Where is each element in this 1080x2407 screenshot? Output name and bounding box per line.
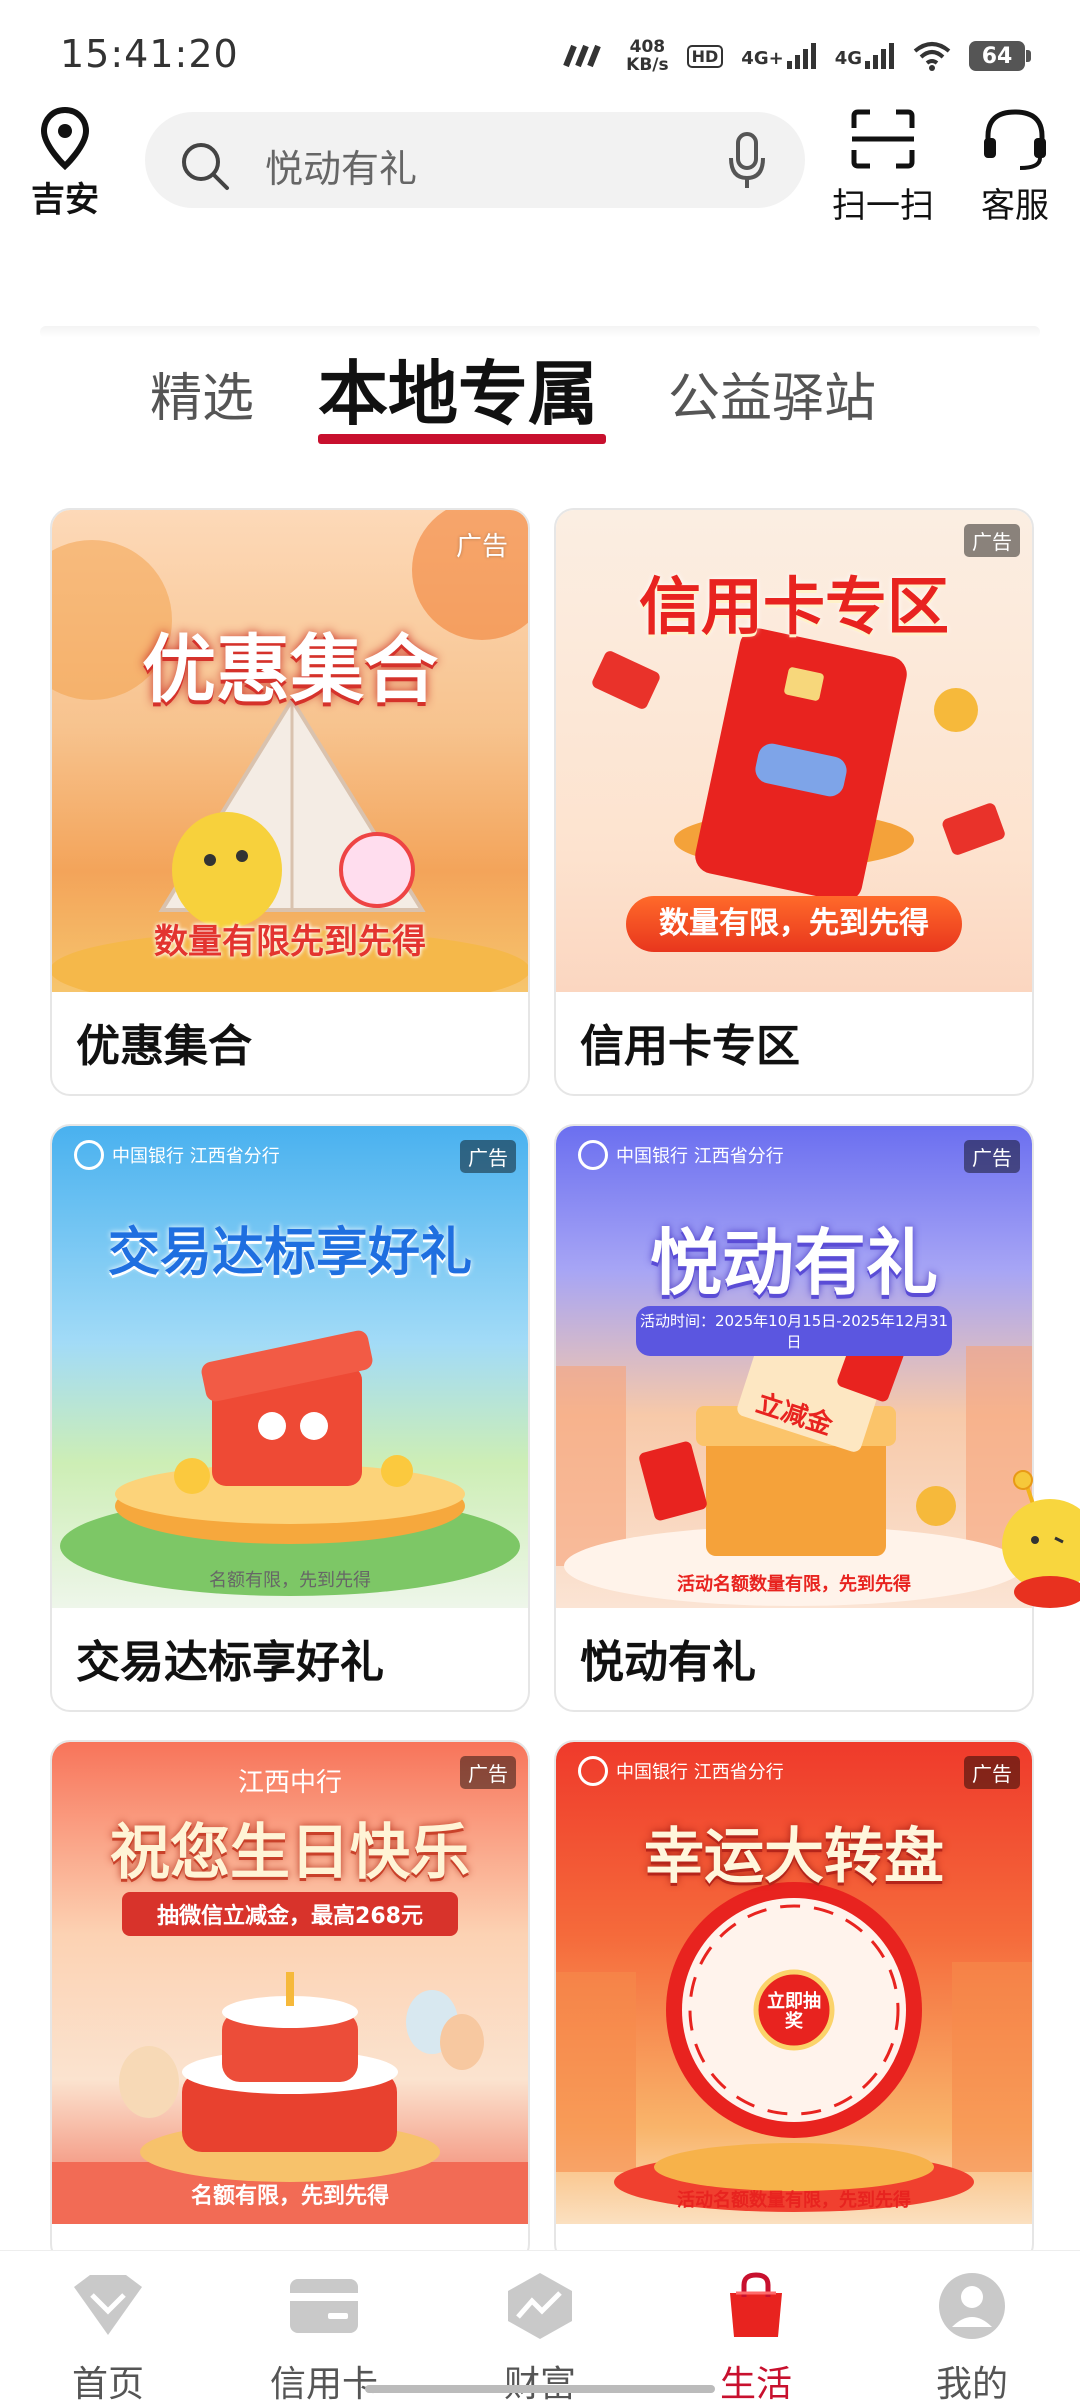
ad-badge: 广告 bbox=[964, 1140, 1020, 1173]
profile-icon bbox=[939, 2273, 1005, 2339]
signal-bars-icon bbox=[786, 43, 816, 69]
banner-date: 活动时间：2025年10月15日-2025年12月31日 bbox=[636, 1306, 952, 1356]
sim2-signal: 4G bbox=[835, 43, 895, 69]
promo-card-transaction-gift[interactable]: 中国银行 江西省分行 广告 交易达标享好礼 名额有限，先到先得 交易达标享好礼 bbox=[50, 1124, 530, 1712]
tab-charity[interactable]: 公益驿站 bbox=[668, 356, 876, 431]
ad-badge: 广告 bbox=[964, 524, 1020, 557]
system-home-indicator[interactable] bbox=[365, 2385, 715, 2393]
promo-banner[interactable]: 广告 优惠集合 数量有限先到先得 bbox=[52, 510, 528, 992]
promo-card-deals[interactable]: 广告 优惠集合 数量有限先到先得 优惠集合 bbox=[50, 508, 530, 1096]
ad-badge: 广告 bbox=[460, 1140, 516, 1173]
card-title: 信用卡专区 bbox=[580, 1021, 800, 1072]
promo-banner[interactable]: 中国银行 江西省分行 广告 幸运大转盘 立即抽奖 活动名额数量有限，先到先得 bbox=[556, 1742, 1032, 2224]
promo-banner[interactable]: 中国银行 江西省分行 广告 交易达标享好礼 名额有限，先到先得 bbox=[52, 1126, 528, 1608]
search-bar[interactable]: 悦动有礼 bbox=[145, 112, 805, 208]
headset-icon bbox=[984, 109, 1046, 170]
tab-featured[interactable]: 精选 bbox=[150, 356, 254, 431]
location-pin-icon bbox=[40, 106, 90, 171]
bottom-navigation: 首页 信用卡 财富 生活 我的 bbox=[0, 2250, 1080, 2405]
promo-banner[interactable]: 广告 江西中行 祝您生日快乐 抽微信立减金，最高268元 名额有限，先到先得 bbox=[52, 1742, 528, 2224]
category-tabs: 精选 本地专属 公益驿站 bbox=[0, 330, 1080, 450]
scan-icon bbox=[851, 109, 915, 169]
signal-m-icon bbox=[563, 44, 601, 68]
red-envelope-illustration bbox=[556, 1320, 1032, 1606]
nav-home[interactable]: 首页 bbox=[38, 2271, 178, 2407]
gift-box-illustration bbox=[60, 1330, 520, 1596]
banner-subtitle: 数量有限先到先得 bbox=[154, 922, 426, 962]
floating-mascot-icon[interactable] bbox=[995, 1470, 1080, 1620]
scan-button[interactable]: 扫一扫 bbox=[828, 106, 938, 227]
promo-card-lucky-wheel[interactable]: 中国银行 江西省分行 广告 幸运大转盘 立即抽奖 活动名额数量有限，先到先得 bbox=[554, 1740, 1034, 2264]
nav-profile[interactable]: 我的 bbox=[902, 2271, 1042, 2407]
sim1-signal: 4G+ bbox=[741, 43, 816, 69]
signal-bars-icon bbox=[865, 43, 894, 69]
location-button[interactable]: 吉安 bbox=[30, 106, 100, 221]
network-speed: 408 KB/s bbox=[626, 37, 669, 75]
banner-title: 祝您生日快乐 bbox=[110, 1818, 470, 1888]
search-icon bbox=[182, 143, 229, 190]
card-title: 交易达标享好礼 bbox=[76, 1637, 384, 1688]
status-bar: 15:41:20 408 KB/s HD 4G+ 4G 64 bbox=[0, 0, 1080, 100]
hd-icon: HD bbox=[686, 44, 724, 68]
card-title: 悦动有礼 bbox=[580, 1637, 756, 1688]
battery-icon: 64 bbox=[969, 41, 1031, 71]
promo-banner[interactable]: 中国银行 江西省分行 广告 悦动有礼 活动时间：2025年10月15日-2025… bbox=[556, 1126, 1032, 1608]
banner-title: 悦动有礼 bbox=[649, 1221, 938, 1305]
status-icons: 408 KB/s HD 4G+ 4G 64 bbox=[562, 34, 1031, 78]
promo-card-yuedong[interactable]: 中国银行 江西省分行 广告 悦动有礼 活动时间：2025年10月15日-2025… bbox=[554, 1124, 1034, 1712]
tab-local-exclusive[interactable]: 本地专属 bbox=[318, 338, 598, 439]
diamond-icon bbox=[74, 2275, 142, 2335]
wealth-icon bbox=[508, 2273, 572, 2339]
bag-icon bbox=[730, 2272, 782, 2337]
promo-banner[interactable]: 广告 信用卡专区 数量有限，先到先得 bbox=[556, 510, 1032, 992]
location-label: 吉安 bbox=[31, 180, 99, 220]
card-title: 优惠集合 bbox=[76, 1021, 252, 1072]
banner-subtitle-pill: 数量有限，先到先得 bbox=[626, 896, 962, 952]
banner-title: 优惠集合 bbox=[142, 627, 438, 713]
clock: 15:41:20 bbox=[60, 32, 239, 76]
wifi-icon bbox=[913, 42, 951, 71]
search-input[interactable]: 悦动有礼 bbox=[265, 138, 417, 193]
promo-card-birthday[interactable]: 广告 江西中行 祝您生日快乐 抽微信立减金，最高268元 名额有限，先到先得 bbox=[50, 1740, 530, 2264]
banner-title: 信用卡专区 bbox=[638, 570, 949, 643]
ad-badge: 广告 bbox=[964, 1756, 1020, 1789]
service-label: 客服 bbox=[981, 186, 1049, 226]
banner-subtitle: 名额有限，先到先得 bbox=[209, 1570, 371, 1591]
banner-ribbon: 抽微信立减金，最高268元 bbox=[122, 1892, 458, 1936]
scan-label: 扫一扫 bbox=[832, 186, 934, 226]
header: 吉安 悦动有礼 扫一扫 客服 bbox=[0, 100, 1080, 338]
card-icon bbox=[290, 2279, 358, 2333]
banner-subtitle: 活动名额数量有限，先到先得 bbox=[677, 2190, 911, 2211]
ad-badge: 广告 bbox=[455, 532, 508, 562]
banner-subtitle: 名额有限，先到先得 bbox=[190, 2184, 389, 2209]
banner-top-text: 江西中行 bbox=[237, 1768, 342, 1798]
banner-title: 交易达标享好礼 bbox=[107, 1223, 472, 1283]
promo-card-credit-card[interactable]: 广告 信用卡专区 数量有限，先到先得 信用卡专区 bbox=[554, 508, 1034, 1096]
wheel-center-button[interactable]: 立即抽奖 bbox=[762, 1992, 826, 2032]
customer-service-button[interactable]: 客服 bbox=[960, 106, 1070, 227]
banner-title: 幸运大转盘 bbox=[644, 1822, 944, 1892]
banner-subtitle: 活动名额数量有限，先到先得 bbox=[677, 1574, 911, 1595]
active-tab-indicator bbox=[318, 434, 606, 444]
microphone-icon[interactable] bbox=[727, 130, 767, 192]
